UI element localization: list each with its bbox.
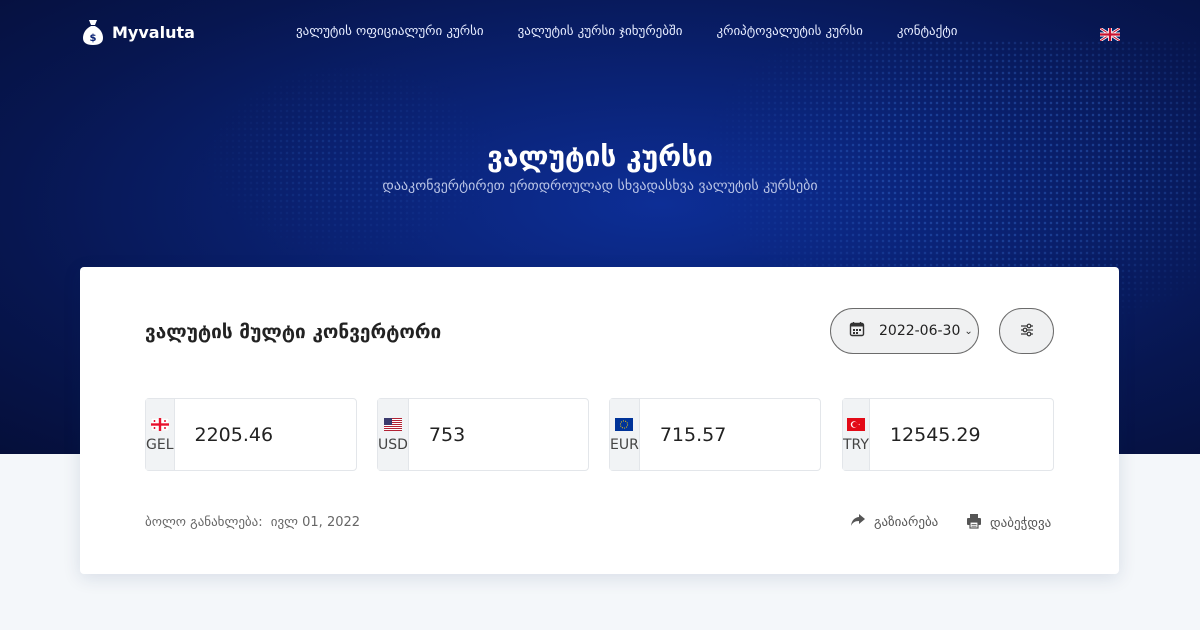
currency-code: GEL: [146, 437, 174, 453]
converter-card: ვალუტის მულტი კონვერტორი 2022-06-30 ⌄ GE…: [80, 267, 1133, 574]
usa-flag-icon: [383, 416, 402, 431]
nav-crypto-rates[interactable]: კრიპტოვალუტის კურსი: [716, 24, 862, 39]
last-update-info: ბოლო განახლება: ივლ 01, 2022: [145, 515, 360, 530]
share-button[interactable]: გაზიარება: [850, 513, 938, 531]
currency-code-box[interactable]: EUR: [610, 399, 640, 470]
currency-code-box[interactable]: TRY: [843, 399, 870, 470]
eu-flag-icon: [615, 416, 634, 431]
currency-field-eur: EUR: [609, 398, 903, 471]
nav-links: ვალუტის ოფიციალური კურსი ვალუტის კურსი ჯ…: [296, 24, 992, 39]
share-icon: [850, 513, 866, 531]
brand-name: Myvaluta: [112, 22, 195, 42]
calendar-icon: [849, 321, 865, 341]
page-title: ვალუტის კურსი: [487, 140, 713, 173]
currency-code: USD: [378, 437, 408, 453]
currency-code: EUR: [610, 437, 639, 453]
top-nav: $ Myvaluta ვალუტის ოფიციალური კურსი ვალუ…: [0, 0, 1200, 64]
selected-date: 2022-06-30: [879, 323, 961, 339]
sliders-icon: [1020, 322, 1034, 341]
currency-code-box[interactable]: GEL: [146, 399, 175, 470]
print-button[interactable]: დაბეჭდვა: [966, 513, 1051, 533]
last-update-date: ივლ 01, 2022: [270, 515, 361, 530]
currency-code: TRY: [843, 437, 869, 453]
converter-title: ვალუტის მულტი კონვერტორი: [145, 321, 442, 343]
currency-field-usd: USD: [377, 398, 672, 471]
brand-logo[interactable]: $ Myvaluta: [82, 18, 195, 46]
date-picker-button[interactable]: 2022-06-30 ⌄: [830, 308, 979, 354]
nav-contact[interactable]: კონტაქტი: [897, 24, 958, 39]
printer-icon: [966, 513, 982, 533]
turkey-flag-icon: [846, 416, 865, 431]
chevron-down-icon: ⌄: [964, 325, 973, 337]
uk-flag-icon[interactable]: [1099, 26, 1121, 43]
page-subtitle: დააკონვერტირეთ ერთდროულად სხვადასხვა ვალ…: [382, 178, 818, 194]
amount-input-try[interactable]: [869, 399, 1133, 470]
settings-button[interactable]: [999, 308, 1054, 354]
last-update-label: ბოლო განახლება:: [145, 515, 263, 530]
share-label: გაზიარება: [874, 514, 939, 530]
nav-booth-rates[interactable]: ვალუტის კურსი ჯიხურებში: [518, 24, 683, 39]
nav-official-rates[interactable]: ვალუტის ოფიციალური კურსი: [296, 24, 484, 39]
money-bag-icon: $: [82, 18, 104, 46]
currency-field-try: TRY: [842, 398, 1133, 471]
print-label: დაბეჭდვა: [990, 515, 1052, 531]
svg-text:$: $: [90, 33, 97, 44]
currency-code-box[interactable]: USD: [378, 399, 409, 470]
currency-field-gel: GEL: [145, 398, 438, 471]
georgia-flag-icon: [150, 416, 169, 432]
